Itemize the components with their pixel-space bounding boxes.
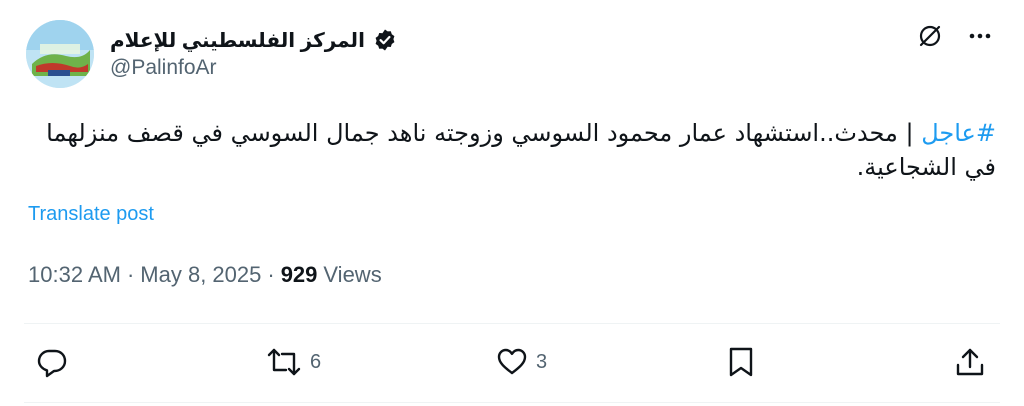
bookmark-button[interactable] bbox=[726, 346, 756, 378]
views-label: Views bbox=[323, 262, 382, 287]
translate-post-link[interactable]: Translate post bbox=[28, 203, 154, 226]
post-meta: 10:32 AM · May 8, 2025 · 929 Views bbox=[28, 262, 382, 288]
more-icon[interactable] bbox=[966, 22, 994, 50]
heart-icon bbox=[497, 348, 527, 375]
hashtag-link[interactable]: #عاجل bbox=[921, 119, 996, 147]
grok-icon[interactable] bbox=[916, 22, 944, 50]
reply-button[interactable] bbox=[36, 346, 68, 378]
meta-separator: · bbox=[267, 262, 275, 287]
repost-button[interactable]: 6 bbox=[266, 346, 321, 378]
repost-icon bbox=[267, 348, 301, 376]
post-text: #عاجل | محدث..استشهاد عمار محمود السوسي … bbox=[26, 116, 996, 184]
post-time[interactable]: 10:32 AM bbox=[28, 262, 121, 288]
top-actions bbox=[916, 22, 994, 50]
avatar[interactable] bbox=[26, 20, 94, 88]
views-count: 929 bbox=[280, 262, 318, 287]
meta-separator: · bbox=[126, 262, 135, 287]
display-name[interactable]: المركز الفلسطيني للإعلام bbox=[110, 28, 365, 53]
avatar-logo-image bbox=[26, 20, 94, 88]
like-count: 3 bbox=[536, 350, 548, 373]
handle[interactable]: @PalinfoAr bbox=[110, 56, 217, 80]
repost-count: 6 bbox=[310, 350, 322, 373]
post-body: | محدث..استشهاد عمار محمود السوسي وزوجته… bbox=[46, 119, 996, 181]
bookmark-icon bbox=[729, 347, 753, 377]
reply-icon bbox=[37, 349, 67, 378]
verified-badge-icon bbox=[375, 29, 395, 51]
share-button[interactable] bbox=[954, 346, 986, 378]
post-date[interactable]: May 8, 2025 bbox=[140, 262, 261, 288]
divider bbox=[24, 402, 1000, 403]
divider bbox=[24, 323, 1000, 324]
share-icon bbox=[956, 348, 984, 376]
action-bar: 6 3 bbox=[0, 338, 1024, 394]
author-header: المركز الفلسطيني للإعلام bbox=[110, 24, 397, 56]
like-button[interactable]: 3 bbox=[496, 346, 547, 378]
